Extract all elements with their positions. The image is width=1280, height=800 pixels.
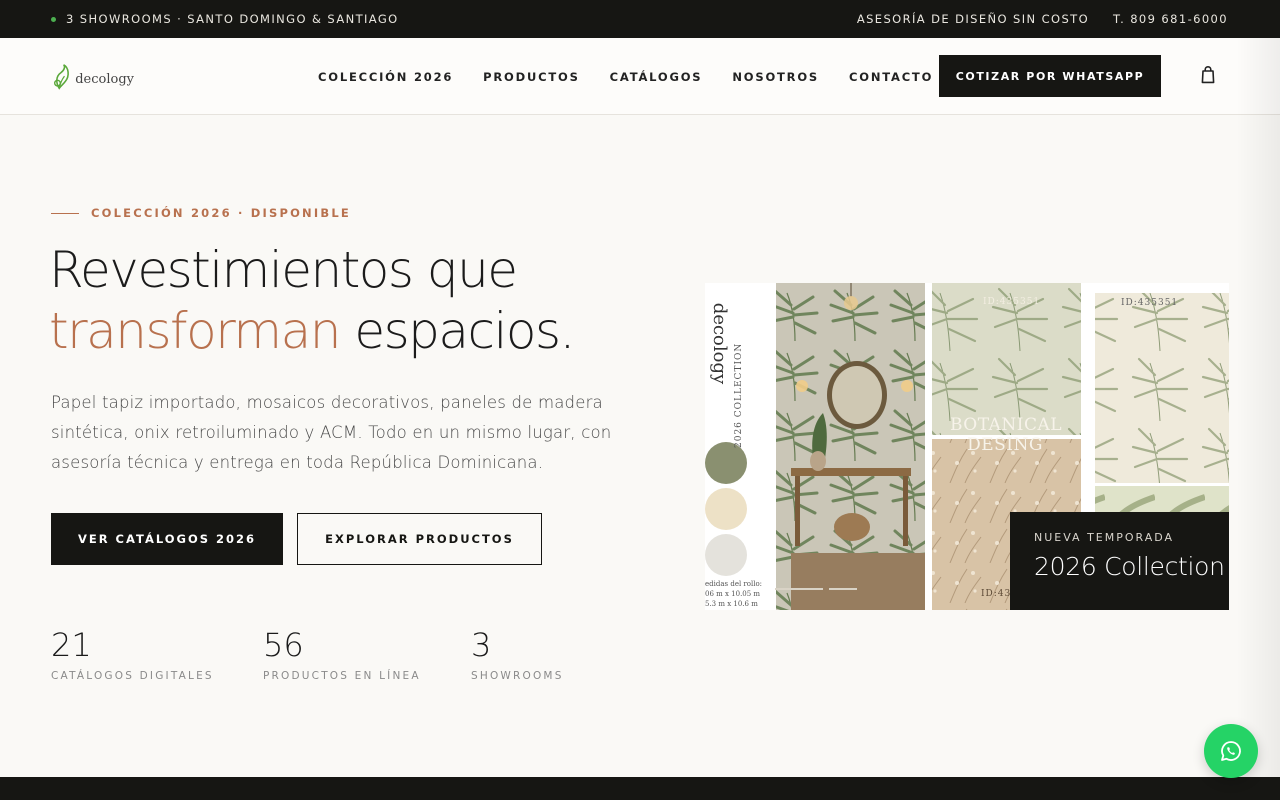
swatch-cream — [705, 488, 747, 530]
badge-title: 2026 Collection — [1034, 552, 1225, 581]
showrooms-text: 3 SHOWROOMS · SANTO DOMINGO & SANTIAGO — [66, 12, 399, 26]
swatch-olive — [705, 442, 747, 484]
stat-number: 56 — [263, 626, 304, 664]
product-title-line: BOTANICAL — [950, 415, 1063, 435]
collage-product-title: BOTANICAL DESING — [950, 415, 1063, 455]
size-line: edidas del rollo: — [705, 580, 763, 588]
stat-catalogs: 21 CATÁLOGOS DIGITALES — [51, 626, 214, 682]
main-nav: COLECCIÓN 2026 PRODUCTOS CATÁLOGOS NOSOT… — [318, 38, 933, 115]
next-section-strip — [0, 777, 1280, 800]
view-catalogs-button[interactable]: VER CATÁLOGOS 2026 — [51, 513, 283, 565]
nav-catalogos[interactable]: CATÁLOGOS — [610, 70, 703, 84]
contact-info: ASESORÍA DE DISEÑO SIN COSTO T. 809 681-… — [857, 12, 1228, 26]
hero-title-line1: Revestimientos que — [49, 241, 518, 299]
showrooms-info: 3 SHOWROOMS · SANTO DOMINGO & SANTIAGO — [51, 12, 399, 26]
top-bar: 3 SHOWROOMS · SANTO DOMINGO & SANTIAGO A… — [0, 0, 1280, 38]
nav-productos[interactable]: PRODUCTOS — [483, 70, 580, 84]
logo[interactable]: decology — [54, 60, 134, 92]
stat-label: PRODUCTOS EN LÍNEA — [263, 670, 421, 682]
stat-products: 56 PRODUCTOS EN LÍNEA — [263, 626, 421, 682]
quote-whatsapp-button[interactable]: COTIZAR POR WHATSAPP — [939, 55, 1161, 97]
collage-sizes: edidas del rollo: 06 m x 10.05 m 5.3 m x… — [705, 579, 762, 609]
hero-eyebrow: COLECCIÓN 2026 · DISPONIBLE — [51, 206, 351, 220]
nav-coleccion-2026[interactable]: COLECCIÓN 2026 — [318, 70, 453, 84]
whatsapp-icon — [1221, 741, 1241, 761]
badge-kicker: NUEVA TEMPORADA — [1034, 531, 1175, 544]
logo-text: decology — [75, 72, 134, 87]
status-dot — [51, 16, 56, 22]
product-title-line: DESING — [967, 435, 1043, 455]
stat-number: 21 — [51, 626, 92, 664]
scroll-shadow — [1236, 38, 1280, 777]
hero-title: Revestimientos que transforman espacios. — [49, 240, 575, 362]
hero-title-rest: espacios. — [339, 302, 575, 360]
hero-description: Papel tapiz importado, mosaicos decorati… — [51, 393, 612, 472]
advisory-text: ASESORÍA DE DISEÑO SIN COSTO — [856, 12, 1090, 26]
nav-contacto[interactable]: CONTACTO — [849, 70, 933, 84]
nav-nosotros[interactable]: NOSOTROS — [732, 70, 819, 84]
stat-label: CATÁLOGOS DIGITALES — [51, 670, 214, 682]
size-line: 5.3 m x 10.6 m — [705, 600, 758, 608]
carousel-indicator[interactable] — [829, 588, 857, 590]
collage-id-label-3: ID:43 — [981, 589, 1012, 599]
phone-link[interactable]: T. 809 681-6000 — [1113, 12, 1228, 26]
swatch-grey — [705, 534, 747, 576]
shopping-bag-icon[interactable] — [1199, 65, 1217, 85]
collage-id-label: ID:435351 — [983, 297, 1041, 307]
new-season-badge: NUEVA TEMPORADA 2026 Collection — [1010, 512, 1229, 610]
eyebrow-text: COLECCIÓN 2026 · DISPONIBLE — [91, 206, 351, 220]
hero-title-accent: transforman — [49, 302, 341, 360]
leaf-logo-icon — [54, 64, 69, 90]
carousel-indicator[interactable] — [795, 588, 823, 590]
collage-brand-vertical: decology — [709, 302, 731, 385]
stat-label: SHOWROOMS — [471, 670, 564, 682]
explore-products-button[interactable]: EXPLORAR PRODUCTOS — [297, 513, 542, 565]
stat-showrooms: 3 SHOWROOMS — [471, 626, 564, 682]
site-header: decology COLECCIÓN 2026 PRODUCTOS CATÁLO… — [0, 38, 1280, 115]
collage-collection-vertical: 2026 COLLECTION — [734, 342, 744, 448]
stat-number: 3 — [471, 626, 492, 664]
collage-id-label-2: ID:435351 — [1121, 298, 1179, 308]
size-line: 06 m x 10.05 m — [705, 590, 761, 598]
whatsapp-chat-button[interactable] — [1204, 724, 1258, 778]
eyebrow-line — [51, 212, 79, 214]
